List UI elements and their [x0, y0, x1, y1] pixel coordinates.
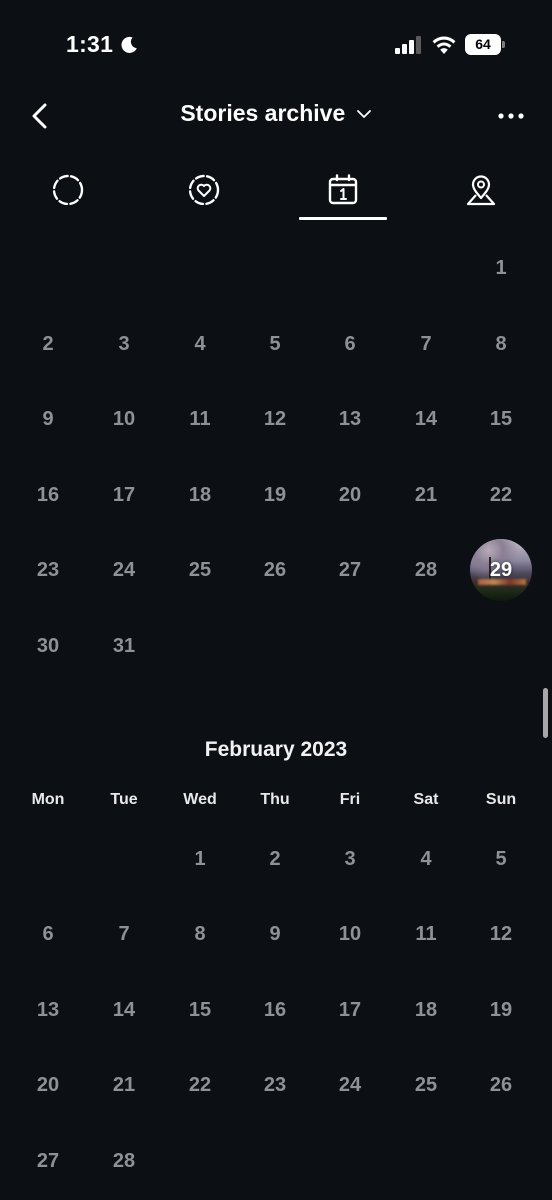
- calendar-day: 10: [338, 923, 362, 945]
- calendar-day: 11: [189, 408, 211, 430]
- scrollbar[interactable]: [543, 688, 548, 738]
- page-title: Stories archive: [180, 100, 346, 126]
- calendar-day: 6: [344, 333, 356, 355]
- calendar-day: 5: [495, 848, 507, 870]
- calendar-day: 10: [112, 408, 136, 430]
- tab-highlights[interactable]: [159, 160, 249, 220]
- calendar-day: 2: [269, 848, 281, 870]
- weekday-label: Fri: [339, 791, 361, 808]
- calendar-day: 25: [414, 1074, 438, 1096]
- header: Stories archive: [0, 90, 552, 142]
- calendar-day: 8: [194, 923, 206, 945]
- month-title: February 2023: [204, 738, 348, 761]
- title-dropdown[interactable]: Stories archive: [0, 100, 552, 127]
- calendar-day: 23: [263, 1074, 287, 1096]
- calendar-day: 11: [415, 923, 437, 945]
- calendar-day: 27: [36, 1150, 60, 1172]
- wifi-icon: [432, 36, 456, 54]
- calendar-icon: [328, 174, 358, 205]
- story-day-thumbnail[interactable]: 29: [470, 539, 532, 601]
- calendar-day: 8: [495, 333, 507, 355]
- calendar-day: 6: [42, 923, 54, 945]
- calendar-day: 17: [112, 484, 136, 506]
- calendar-day: 20: [338, 484, 362, 506]
- calendar-day: 2: [42, 333, 54, 355]
- calendar-day: 16: [263, 999, 287, 1021]
- calendar-day: 27: [338, 559, 362, 581]
- calendar-day: 17: [338, 999, 362, 1021]
- calendar-day: 3: [118, 333, 130, 355]
- map-pin-icon: [466, 175, 496, 206]
- weekday-label: Mon: [31, 791, 65, 808]
- dashed-circle-icon: [52, 174, 84, 206]
- battery-indicator: 64: [465, 34, 505, 55]
- calendar-day: 24: [338, 1074, 362, 1096]
- calendar-day: 18: [414, 999, 438, 1021]
- tab-calendar[interactable]: [298, 160, 388, 220]
- calendar-day: 22: [489, 484, 513, 506]
- chevron-down-icon: [356, 109, 371, 118]
- status-time: 1:31: [66, 31, 114, 57]
- calendar-day: 12: [263, 408, 287, 430]
- calendar-day: 21: [112, 1074, 136, 1096]
- calendar-day: 14: [414, 408, 438, 430]
- moon-icon: [121, 36, 137, 53]
- calendar-day: 1: [194, 848, 206, 870]
- calendar-day: 9: [269, 923, 281, 945]
- active-tab-indicator: [299, 217, 387, 220]
- calendar-day: 19: [489, 999, 513, 1021]
- calendar-day: 22: [188, 1074, 212, 1096]
- calendar-day: 13: [338, 408, 362, 430]
- tab-locations[interactable]: [436, 160, 526, 220]
- calendar-day: 15: [489, 408, 513, 430]
- calendar-day: 7: [420, 333, 432, 355]
- weekday-label: Wed: [183, 791, 217, 808]
- calendar-day: 28: [414, 559, 438, 581]
- calendar-day: 26: [489, 1074, 513, 1096]
- more-options-button[interactable]: [494, 102, 528, 130]
- heart-circle-icon: [188, 174, 220, 206]
- calendar-day: 9: [42, 408, 54, 430]
- calendar-day: 1: [495, 257, 507, 279]
- calendar-day: 14: [112, 999, 136, 1021]
- calendar-day: 13: [36, 999, 60, 1021]
- calendar-day: 28: [112, 1150, 136, 1172]
- calendar-day: 7: [118, 923, 130, 945]
- calendar-day: 19: [263, 484, 287, 506]
- calendar-day: 23: [36, 559, 60, 581]
- calendar-day: 4: [420, 848, 432, 870]
- calendar-day: 16: [36, 484, 60, 506]
- calendar-day: 25: [188, 559, 212, 581]
- battery-cap: [502, 41, 505, 48]
- calendar-day: 3: [344, 848, 356, 870]
- weekday-label: Sun: [485, 791, 517, 808]
- tab-stories[interactable]: [23, 160, 113, 220]
- calendar-day: 26: [263, 559, 287, 581]
- weekday-label: Tue: [110, 791, 138, 808]
- calendar-day: 24: [112, 559, 136, 581]
- calendar-day: 4: [194, 333, 206, 355]
- calendar-day: 5: [269, 333, 281, 355]
- calendar-day: 15: [188, 999, 212, 1021]
- weekday-label: Sat: [413, 791, 439, 808]
- calendar-day: 30: [36, 635, 60, 657]
- calendar-day: 20: [36, 1074, 60, 1096]
- archive-tabs: [0, 160, 552, 222]
- day-number: 29: [489, 559, 513, 581]
- calendar-day: 21: [414, 484, 438, 506]
- status-bar: 1:31 64: [0, 0, 552, 90]
- calendar-day: 12: [489, 923, 513, 945]
- cellular-signal-icon: [395, 36, 421, 54]
- calendar-day: 31: [112, 635, 136, 657]
- battery-level: 64: [465, 34, 501, 55]
- calendar-day: 18: [188, 484, 212, 506]
- weekday-label: Thu: [260, 791, 290, 808]
- more-icon: [498, 113, 524, 119]
